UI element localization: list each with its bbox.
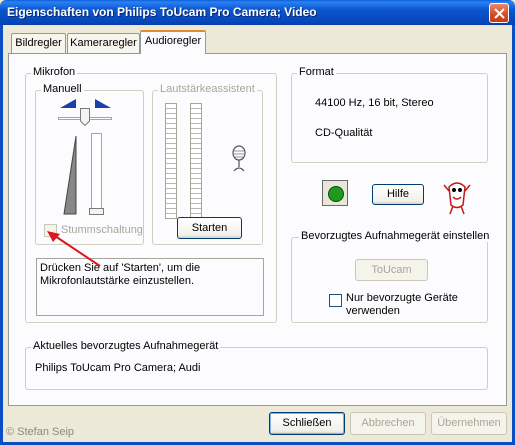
window-border-left <box>0 25 3 445</box>
format-line1: 44100 Hz, 16 bit, Stereo <box>315 97 434 109</box>
mikrofon-group-label: Mikrofon <box>31 66 78 78</box>
status-led-icon <box>328 186 344 202</box>
close-button[interactable]: Schließen <box>269 412 345 435</box>
annotation-arrow-icon <box>47 231 101 267</box>
status-indicator <box>322 180 348 206</box>
only-preferred-label: Nur bevorzugte Geräte verwenden <box>346 292 458 317</box>
format-group <box>291 73 488 163</box>
tab-kameraregler[interactable]: Kameraregler <box>67 33 140 53</box>
current-device-value: Philips ToUcam Pro Camera; Audi <box>35 362 201 374</box>
cancel-button[interactable]: Abbrechen <box>350 412 426 435</box>
close-icon <box>494 8 505 19</box>
mascot-icon <box>443 182 471 215</box>
device-button[interactable]: ToUcam <box>355 259 428 281</box>
level-meter-left <box>165 103 177 219</box>
apply-button[interactable]: Übernehmen <box>431 412 507 435</box>
start-button[interactable]: Starten <box>177 217 242 239</box>
close-window-button[interactable] <box>489 3 509 23</box>
tab-audioregler[interactable]: Audioregler <box>140 30 206 54</box>
balance-right-icon <box>95 99 111 108</box>
window-title: Eigenschaften von Philips ToUcam Pro Cam… <box>7 5 317 19</box>
assistant-group-label: Lautstärkeassistent <box>158 83 257 95</box>
format-group-label: Format <box>297 66 336 78</box>
volume-slider-track <box>91 133 102 213</box>
help-button[interactable]: Hilfe <box>372 184 424 205</box>
format-line2: CD-Qualität <box>315 127 373 139</box>
balance-left-icon <box>60 99 76 108</box>
preferred-group-label: Bevorzugtes Aufnahmegerät einstellen <box>299 230 492 242</box>
level-meter-right <box>190 103 202 219</box>
current-device-group-label: Aktuelles bevorzugtes Aufnahmegerät <box>31 340 221 352</box>
tab-bildregler[interactable]: Bildregler <box>11 33 66 53</box>
only-preferred-checkbox[interactable] <box>329 294 342 307</box>
balance-slider-thumb[interactable] <box>80 108 90 126</box>
volume-slider-thumb[interactable] <box>89 208 104 215</box>
microphone-icon <box>232 145 246 172</box>
watermark: © Stefan Seip <box>6 426 75 438</box>
volume-wedge-icon <box>63 136 77 215</box>
manuell-group-label: Manuell <box>41 83 84 95</box>
